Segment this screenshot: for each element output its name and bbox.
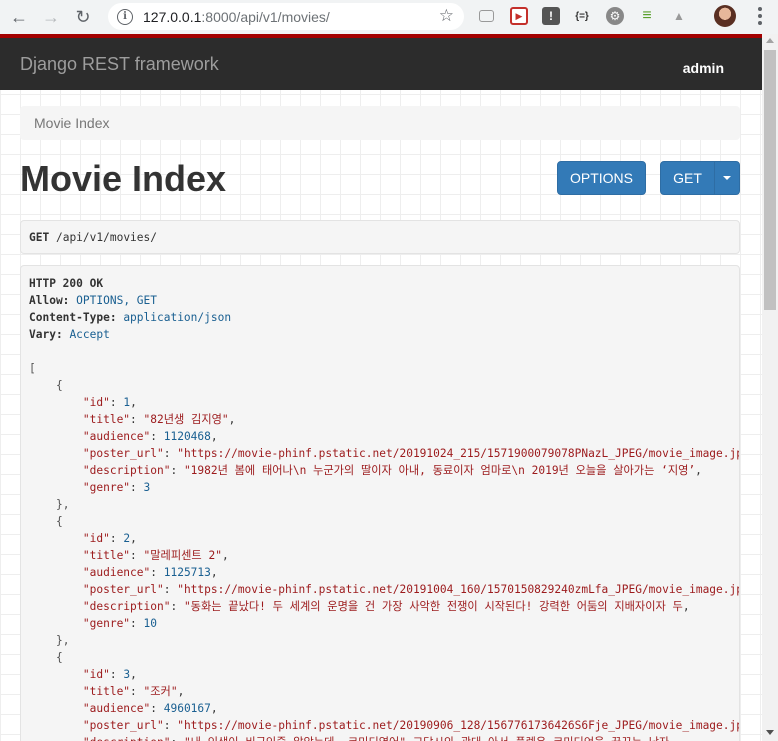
response-header-value: application/json xyxy=(123,311,232,324)
options-button[interactable]: OPTIONS xyxy=(557,161,646,195)
page-content: Django REST framework admin Movie Index … xyxy=(0,34,762,741)
json-extension-icon[interactable]: {=} xyxy=(573,7,591,25)
response-header-name: Allow: xyxy=(29,294,70,307)
response-header: Allow: OPTIONS, GET xyxy=(29,294,157,307)
json-value: 4960167 xyxy=(163,702,211,715)
json-value: 1 xyxy=(123,396,131,409)
json-value: 1120468 xyxy=(163,430,211,443)
page-title: Movie Index xyxy=(20,158,227,199)
json-key: "audience" xyxy=(82,430,151,443)
json-key: "poster_url" xyxy=(82,719,164,732)
site-info-icon[interactable]: i xyxy=(117,8,133,25)
bookmark-star-icon[interactable]: ☆ xyxy=(439,6,454,26)
json-key: "audience" xyxy=(82,566,151,579)
json-value: 3 xyxy=(123,668,131,681)
json-value: "조커" xyxy=(143,685,178,698)
profile-avatar[interactable] xyxy=(714,5,736,27)
ladder-extension-icon[interactable]: ≡ xyxy=(638,7,656,25)
breadcrumb: Movie Index xyxy=(20,106,740,140)
breadcrumb-item[interactable]: Movie Index xyxy=(34,115,109,131)
json-key: "audience" xyxy=(82,702,151,715)
json-key: "id" xyxy=(82,396,110,409)
json-key: "id" xyxy=(82,532,110,545)
json-value: "https://movie-phinf.pstatic.net/2019102… xyxy=(177,447,740,460)
json-value: "82년생 김지영" xyxy=(143,413,229,426)
menu-icon[interactable] xyxy=(752,6,768,26)
format-dropdown-button[interactable] xyxy=(714,161,740,195)
json-value: 3 xyxy=(143,481,151,494)
request-info: GET /api/v1/movies/ xyxy=(20,220,740,254)
response-header: Content-Type: application/json xyxy=(29,311,231,324)
json-value: 10 xyxy=(143,617,158,630)
json-key: "description" xyxy=(82,600,171,613)
json-key: "genre" xyxy=(82,617,131,630)
brand-link[interactable]: Django REST framework xyxy=(20,54,219,75)
json-key: "title" xyxy=(82,549,131,562)
json-key: "poster_url" xyxy=(82,583,164,596)
json-key: "description" xyxy=(82,464,171,477)
json-value: "동화는 끝났다! 두 세계의 운명을 건 가장 사악한 전쟁이 시작된다! 강… xyxy=(183,600,683,613)
request-method: GET xyxy=(29,231,50,244)
response-header-name: Vary: xyxy=(29,328,63,341)
json-brace: }, xyxy=(55,634,70,647)
json-value: 1125713 xyxy=(163,566,211,579)
cast-extension-icon[interactable] xyxy=(479,10,494,22)
response-header: Vary: Accept xyxy=(29,328,110,341)
reload-icon[interactable]: ↻ xyxy=(70,4,96,30)
request-path: /api/v1/movies/ xyxy=(55,231,158,244)
scrollbar-thumb[interactable] xyxy=(764,50,776,310)
response-header-value: OPTIONS, GET xyxy=(76,294,157,307)
response-info: HTTP 200 OK Allow: OPTIONS, GET Content-… xyxy=(20,265,740,741)
json-key: "title" xyxy=(82,413,131,426)
info-extension-icon[interactable]: ! xyxy=(542,7,560,25)
json-brace: { xyxy=(55,515,63,528)
get-button[interactable]: GET xyxy=(660,161,715,195)
response-status: HTTP 200 OK xyxy=(29,277,104,290)
json-value: 2 xyxy=(123,532,131,545)
json-key: "genre" xyxy=(82,481,131,494)
user-menu[interactable]: admin xyxy=(683,60,724,76)
tree-extension-icon[interactable]: ▲ xyxy=(670,7,688,25)
json-bracket: [ xyxy=(29,362,36,375)
json-brace: }, xyxy=(55,498,70,511)
forward-icon[interactable]: → xyxy=(38,4,64,30)
caret-down-icon xyxy=(723,176,731,180)
address-bar[interactable]: i 127.0.0.1:8000/api/v1/movies/ ☆ xyxy=(108,3,464,30)
json-brace: { xyxy=(55,379,63,392)
json-value: "1982년 봄에 태어나\n 누군가의 딸이자 아내, 동료이자 엄마로\n … xyxy=(183,464,696,477)
scroll-up-arrow-icon[interactable] xyxy=(766,38,774,43)
navbar: Django REST framework admin xyxy=(0,38,762,90)
json-key: "id" xyxy=(82,668,110,681)
json-value: "말레피센트 2" xyxy=(143,549,222,562)
response-header-value: Accept xyxy=(69,328,110,341)
json-brace: { xyxy=(55,651,63,664)
json-value: "https://movie-phinf.pstatic.net/2019100… xyxy=(177,583,740,596)
media-extension-icon[interactable]: ▶ xyxy=(510,7,528,25)
json-value: "https://movie-phinf.pstatic.net/2019090… xyxy=(177,719,740,732)
back-icon[interactable]: ← xyxy=(6,4,32,30)
json-key: "description" xyxy=(83,736,171,741)
json-value: "내 인생이 비극인줄 알았는데, 코미디였어" 고담시의 광대 아서 플렉은 … xyxy=(184,736,669,741)
scroll-down-arrow-icon[interactable] xyxy=(766,730,774,735)
url-text[interactable]: 127.0.0.1:8000/api/v1/movies/ xyxy=(143,9,330,25)
page-scrollbar[interactable] xyxy=(762,34,778,741)
settings-extension-icon[interactable]: ⚙ xyxy=(606,7,624,25)
json-key: "poster_url" xyxy=(82,447,164,460)
json-key: "title" xyxy=(82,685,131,698)
browser-toolbar: ← → ↻ i 127.0.0.1:8000/api/v1/movies/ ☆ … xyxy=(0,0,778,34)
response-header-name: Content-Type: xyxy=(29,311,117,324)
